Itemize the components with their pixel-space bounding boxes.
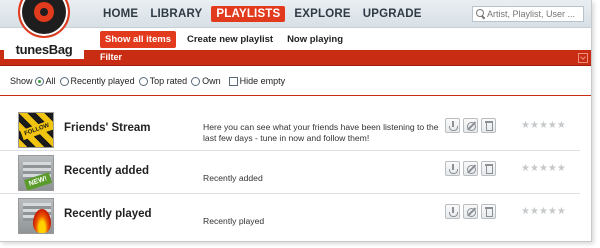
star-icon[interactable]: ★ [530, 121, 539, 131]
radio-top-rated[interactable] [138, 76, 148, 86]
radio-recently-played[interactable] [59, 76, 69, 86]
share-icon[interactable] [445, 161, 460, 176]
share-icon[interactable] [445, 204, 460, 219]
star-icon[interactable]: ★ [521, 121, 530, 131]
playlist-description: Recently played [203, 216, 265, 226]
flame-icon [33, 209, 51, 233]
logo-disc-icon [18, 0, 70, 38]
search-icon[interactable] [476, 9, 485, 19]
rating-stars: ★ ★ ★ ★ ★ [521, 164, 566, 174]
playlist-title[interactable]: Recently added [64, 165, 149, 177]
star-icon[interactable]: ★ [557, 121, 566, 131]
star-icon[interactable]: ★ [539, 121, 548, 131]
filter-label: Filter [100, 52, 123, 62]
rating-stars: ★ ★ ★ ★ ★ [521, 121, 566, 131]
search-input[interactable] [487, 9, 583, 19]
radio-own[interactable] [191, 76, 201, 86]
playlist-thumbnail[interactable] [18, 198, 54, 234]
filter-option-top-rated-label: Top rated [149, 76, 188, 86]
trash-icon[interactable] [481, 161, 496, 176]
star-icon[interactable]: ★ [539, 164, 548, 174]
show-label: Show [10, 76, 33, 86]
filter-option-own-label: Own [202, 76, 221, 86]
hide-empty-checkbox[interactable] [228, 76, 238, 86]
playlist-row[interactable]: NEW! Recently added Recently added ★ ★ ★… [0, 151, 580, 194]
collapse-filter-icon[interactable] [578, 53, 588, 63]
filter-option-all[interactable]: All [34, 76, 56, 86]
radio-all[interactable] [34, 76, 44, 86]
nav-upgrade[interactable]: UPGRADE [360, 6, 425, 22]
playlist-description: Recently added [203, 173, 263, 183]
hide-empty-label: Hide empty [239, 76, 286, 86]
now-playing-link[interactable]: Now playing [284, 32, 346, 47]
nav-playlists[interactable]: PLAYLISTS [211, 6, 286, 22]
nav-explore[interactable]: EXPLORE [291, 6, 353, 22]
row-actions [445, 161, 496, 176]
main-nav: HOME LIBRARY PLAYLISTS EXPLORE UPGRADE [100, 6, 425, 22]
rating-stars: ★ ★ ★ ★ ★ [521, 207, 566, 217]
star-icon[interactable]: ★ [548, 121, 557, 131]
star-icon[interactable]: ★ [521, 207, 530, 217]
filter-options: Show All Recently played Top rated Own H… [0, 67, 591, 96]
playlist-row[interactable]: Recently played Recently played ★ ★ ★ ★ … [0, 194, 580, 237]
playlist-list: FOLLOW Friends' Stream Here you can see … [0, 108, 591, 237]
star-icon[interactable]: ★ [530, 207, 539, 217]
star-icon[interactable]: ★ [521, 164, 530, 174]
filter-option-own[interactable]: Own [191, 76, 221, 86]
star-icon[interactable]: ★ [557, 207, 566, 217]
create-new-playlist-link[interactable]: Create new playlist [184, 32, 276, 47]
logo[interactable]: tunesBag [0, 0, 86, 66]
trash-icon[interactable] [481, 204, 496, 219]
unsubscribe-icon[interactable] [463, 161, 478, 176]
star-icon[interactable]: ★ [557, 164, 566, 174]
top-navigation-bar: HOME LIBRARY PLAYLISTS EXPLORE UPGRADE [0, 0, 591, 28]
show-all-items-button[interactable]: Show all items [100, 31, 176, 48]
star-icon[interactable]: ★ [548, 164, 557, 174]
playlist-thumbnail[interactable]: FOLLOW [18, 112, 54, 148]
star-icon[interactable]: ★ [539, 207, 548, 217]
playlist-title[interactable]: Friends' Stream [64, 122, 150, 134]
thumbnail-tag: FOLLOW [20, 119, 53, 141]
subnav-items: Show all items Create new playlist Now p… [100, 31, 346, 48]
row-actions [445, 118, 496, 133]
filter-option-all-label: All [45, 76, 56, 86]
filter-bar: Filter [0, 50, 591, 66]
sub-navigation: Show all items Create new playlist Now p… [0, 28, 591, 50]
nav-home[interactable]: HOME [100, 6, 141, 22]
unsubscribe-icon[interactable] [463, 118, 478, 133]
filter-option-top-rated[interactable]: Top rated [138, 76, 188, 86]
nav-library[interactable]: LIBRARY [147, 6, 205, 22]
search-box [472, 6, 584, 22]
trash-icon[interactable] [481, 118, 496, 133]
star-icon[interactable]: ★ [530, 164, 539, 174]
filter-option-recently-played[interactable]: Recently played [59, 76, 135, 86]
playlist-title[interactable]: Recently played [64, 208, 152, 220]
playlist-description: Here you can see what your friends have … [203, 122, 439, 143]
hide-empty-toggle[interactable]: Hide empty [225, 76, 286, 86]
filter-option-recently-played-label: Recently played [70, 76, 135, 86]
star-icon[interactable]: ★ [548, 207, 557, 217]
share-icon[interactable] [445, 118, 460, 133]
unsubscribe-icon[interactable] [463, 204, 478, 219]
logo-text: tunesBag [4, 40, 84, 59]
row-actions [445, 204, 496, 219]
app-window: HOME LIBRARY PLAYLISTS EXPLORE UPGRADE S… [0, 0, 592, 242]
playlist-row[interactable]: FOLLOW Friends' Stream Here you can see … [0, 108, 580, 151]
playlist-thumbnail[interactable]: NEW! [18, 155, 54, 191]
